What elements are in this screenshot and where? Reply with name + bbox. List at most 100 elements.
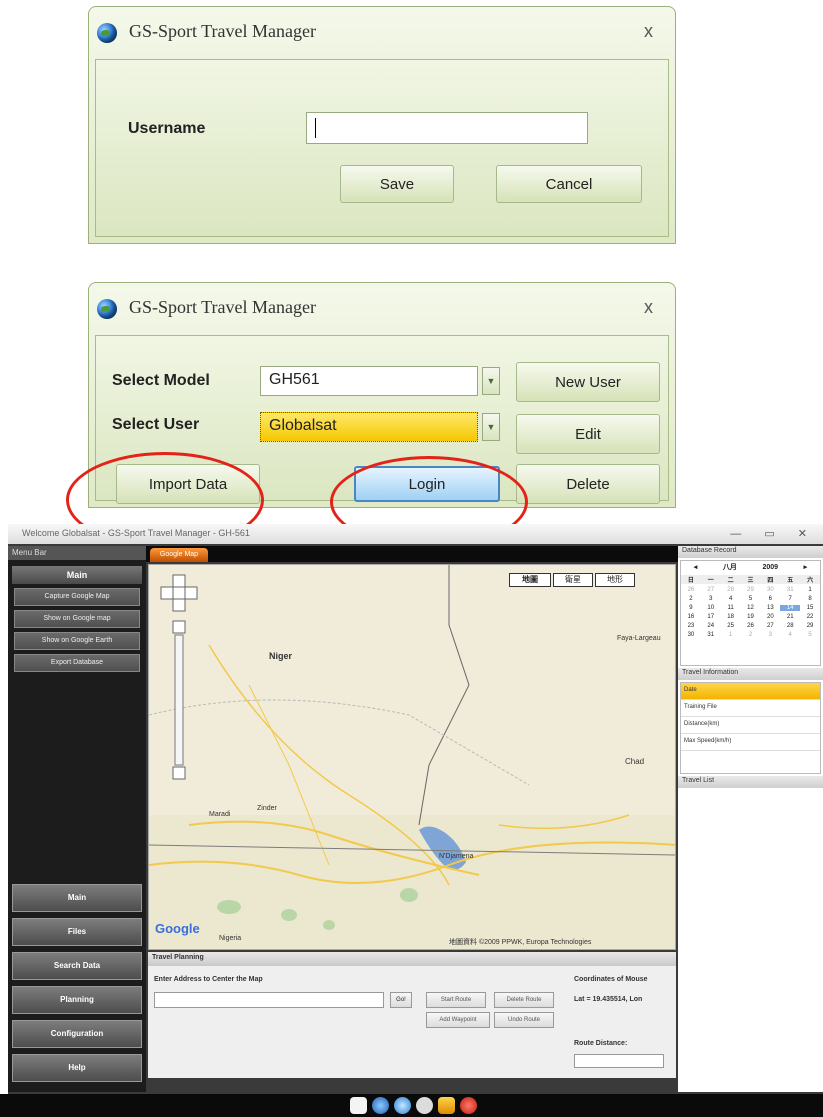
start-route-button[interactable]: Start Route	[426, 992, 486, 1008]
travel-info-max-speed[interactable]: Max Speed(km/h)	[681, 734, 820, 751]
window-controls[interactable]: — ▭ ✕	[730, 527, 817, 540]
calendar-day[interactable]: 25	[721, 623, 741, 629]
save-button[interactable]: Save	[340, 165, 454, 203]
app-window: Welcome Globalsat - GS-Sport Travel Mana…	[8, 524, 823, 1094]
model-select[interactable]: GH561	[260, 366, 478, 396]
dialog-title: GS-Sport Travel Manager	[129, 297, 316, 317]
travel-info-date[interactable]: Date	[681, 683, 820, 700]
calendar-day[interactable]: 5	[800, 632, 820, 638]
new-user-button[interactable]: New User	[516, 362, 660, 402]
calendar-day[interactable]: 6	[760, 596, 780, 602]
nav-help[interactable]: Help	[12, 1054, 142, 1082]
nav-files[interactable]: Files	[12, 918, 142, 946]
cancel-button[interactable]: Cancel	[496, 165, 642, 203]
calendar-day[interactable]: 30	[760, 587, 780, 593]
dialog-titlebar[interactable]: GS-Sport Travel Manager x	[89, 7, 675, 57]
travel-list[interactable]	[678, 788, 823, 1088]
delete-button[interactable]: Delete	[516, 464, 660, 504]
map-type-satellite[interactable]: 衛星	[553, 573, 593, 587]
show-google-earth-button[interactable]: Show on Google Earth	[14, 632, 140, 650]
calendar-day[interactable]: 3	[760, 632, 780, 638]
calendar-day[interactable]: 27	[760, 623, 780, 629]
calendar-day[interactable]: 7	[780, 596, 800, 602]
chevron-down-icon[interactable]: ▼	[482, 413, 500, 441]
note-icon[interactable]	[350, 1097, 367, 1114]
calendar-day[interactable]: 26	[741, 623, 761, 629]
travel-info-training-file[interactable]: Training File	[681, 700, 820, 717]
go-button[interactable]: Go!	[390, 992, 412, 1008]
close-icon[interactable]	[460, 1097, 477, 1114]
travel-info-distance[interactable]: Distance(km)	[681, 717, 820, 734]
login-button[interactable]: Login	[354, 466, 500, 502]
show-google-map-button[interactable]: Show on Google map	[14, 610, 140, 628]
close-icon[interactable]: x	[644, 297, 653, 318]
calendar-day[interactable]: 28	[721, 587, 741, 593]
calendar-day[interactable]: 29	[800, 623, 820, 629]
calendar-day[interactable]: 27	[701, 587, 721, 593]
calendar-day[interactable]: 28	[780, 623, 800, 629]
calendar-day[interactable]: 4	[780, 632, 800, 638]
nav-search-data[interactable]: Search Data	[12, 952, 142, 980]
nav-planning[interactable]: Planning	[12, 986, 142, 1014]
calendar-day[interactable]: 19	[741, 614, 761, 620]
calendar-day[interactable]: 23	[681, 623, 701, 629]
chevron-down-icon[interactable]: ▼	[482, 367, 500, 395]
map-type-terrain[interactable]: 地形	[595, 573, 635, 587]
delete-route-button[interactable]: Delete Route	[494, 992, 554, 1008]
calendar-day[interactable]: 5	[741, 596, 761, 602]
nav-configuration[interactable]: Configuration	[12, 1020, 142, 1048]
tab-google-map[interactable]: Google Map	[150, 548, 208, 562]
calendar-day[interactable]: 8	[800, 596, 820, 602]
app-titlebar[interactable]: Welcome Globalsat - GS-Sport Travel Mana…	[8, 524, 823, 544]
calendar-day[interactable]: 18	[721, 614, 741, 620]
calendar-day[interactable]: 4	[721, 596, 741, 602]
coordinates-value: Lat = 19.435514, Lon	[574, 996, 643, 1003]
calendar-day[interactable]: 3	[701, 596, 721, 602]
calendar-day[interactable]: 1	[800, 587, 820, 593]
calendar-day[interactable]: 2	[741, 632, 761, 638]
calendar-day[interactable]: 14	[780, 605, 801, 611]
calendar-day[interactable]: 10	[701, 605, 721, 611]
calendar-day[interactable]: 21	[780, 614, 800, 620]
capture-google-map-button[interactable]: Capture Google Map	[14, 588, 140, 606]
next-month-icon[interactable]: ▸	[804, 563, 808, 571]
tools-icon[interactable]	[438, 1097, 455, 1114]
calendar-day[interactable]: 15	[800, 605, 820, 611]
globe-icon[interactable]	[372, 1097, 389, 1114]
undo-route-button[interactable]: Undo Route	[494, 1012, 554, 1028]
calendar-day[interactable]: 11	[721, 605, 741, 611]
calendar-day[interactable]: 13	[760, 605, 780, 611]
calendar-day[interactable]: 12	[741, 605, 761, 611]
calendar-day[interactable]: 1	[721, 632, 741, 638]
calendar-day[interactable]: 29	[741, 587, 761, 593]
map-type-map[interactable]: 地圖	[509, 573, 551, 587]
calendar-day[interactable]: 9	[681, 605, 701, 611]
calendar-day[interactable]: 22	[800, 614, 820, 620]
import-data-button[interactable]: Import Data	[116, 464, 260, 504]
user-select[interactable]: Globalsat	[260, 412, 478, 442]
add-waypoint-button[interactable]: Add Waypoint	[426, 1012, 490, 1028]
calendar-grid[interactable]: 日一二三四五六 26 27 28 29 30 31 1 2 3 4 5 6 7 8 9 10 11 12 13 14 15…	[681, 573, 820, 638]
search-icon[interactable]	[416, 1097, 433, 1114]
export-database-button[interactable]: Export Database	[14, 654, 140, 672]
calendar-day[interactable]: 16	[681, 614, 701, 620]
username-input[interactable]	[306, 112, 588, 144]
calendar-day[interactable]: 2	[681, 596, 701, 602]
calendar[interactable]: ◂ 八月 2009 ▸ 日一二三四五六 26 27 28 29 30 31 1 2 3 4 5 6 7 8 9…	[680, 560, 821, 666]
prev-month-icon[interactable]: ◂	[694, 563, 698, 571]
edit-button[interactable]: Edit	[516, 414, 660, 454]
calendar-day[interactable]: 24	[701, 623, 721, 629]
nav-main[interactable]: Main	[12, 884, 142, 912]
close-icon[interactable]: x	[644, 21, 653, 42]
dialog-titlebar[interactable]: GS-Sport Travel Manager x	[89, 283, 675, 333]
calendar-day[interactable]: 30	[681, 632, 701, 638]
calendar-day[interactable]: 20	[760, 614, 780, 620]
calendar-day[interactable]: 26	[681, 587, 701, 593]
calendar-day[interactable]: 17	[701, 614, 721, 620]
google-map[interactable]: 地圖 衛星 地形 Niger Chad Faya-Largeau Zinder …	[148, 564, 676, 950]
globe-icon	[97, 299, 117, 319]
address-input[interactable]	[154, 992, 384, 1008]
calendar-day[interactable]: 31	[701, 632, 721, 638]
calendar-day[interactable]: 31	[780, 587, 800, 593]
earth-icon[interactable]	[394, 1097, 411, 1114]
